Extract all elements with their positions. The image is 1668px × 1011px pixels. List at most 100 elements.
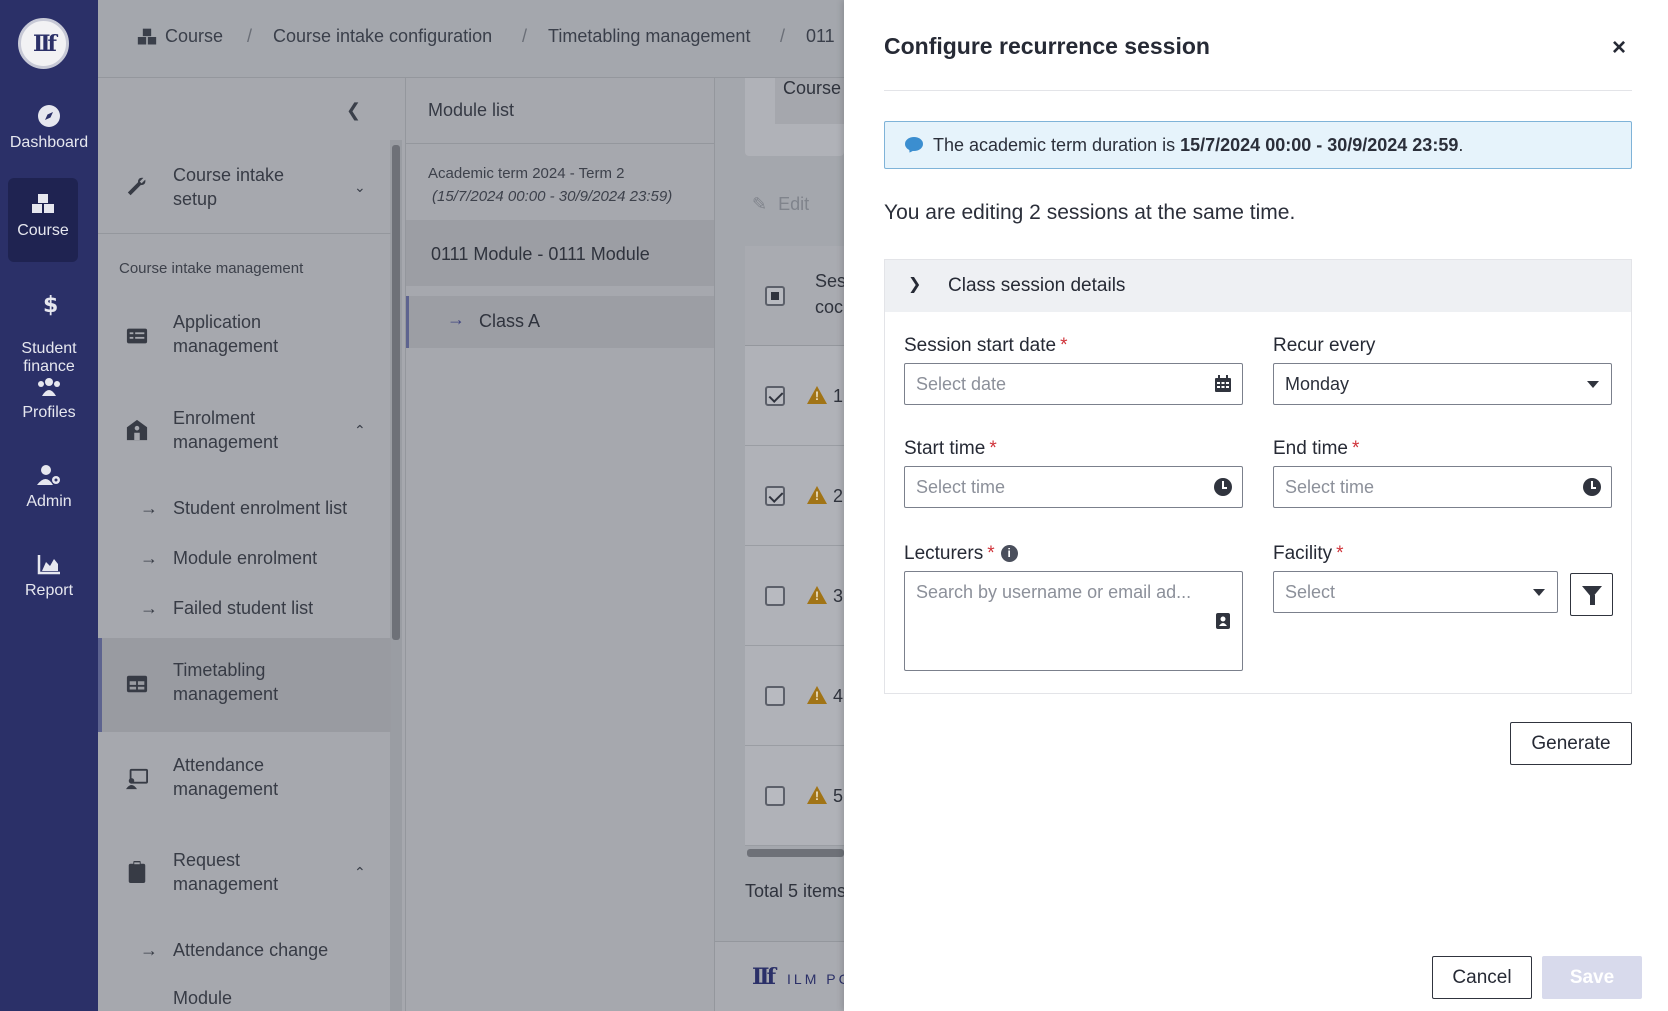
clock-icon <box>1214 478 1232 496</box>
rail-item-label: Student finance <box>21 340 77 375</box>
close-icon[interactable]: × <box>1612 34 1626 62</box>
rail-item-dashboard[interactable]: Dashboard <box>0 104 98 152</box>
rail-item-label: Admin <box>26 493 72 510</box>
facility-label: Facility * <box>1273 543 1344 564</box>
users-icon <box>38 378 60 396</box>
warning-icon <box>807 686 827 704</box>
chevron-up-icon: ⌃ <box>354 864 366 880</box>
address-book-icon <box>1216 613 1230 629</box>
caret-down-icon <box>1533 589 1545 596</box>
academic-term: Academic term 2024 - Term 2 <box>428 165 625 182</box>
row-checkbox[interactable] <box>765 786 785 806</box>
sidebar-item-timetabling-management[interactable]: Timetabling management <box>98 658 391 710</box>
app-logo[interactable]: IIf <box>18 18 69 69</box>
sidebar-subitem-label: Attendance change <box>173 940 329 960</box>
class-item[interactable]: → Class A <box>406 296 714 348</box>
table-row[interactable]: 5 <box>745 746 844 846</box>
rail-item-label: Report <box>24 582 74 599</box>
sidebar-item-label: Timetabling management <box>173 660 279 704</box>
total-items: Total 5 items <box>745 881 847 901</box>
rail-item-label: Course <box>17 222 69 239</box>
row-checkbox[interactable] <box>765 686 785 706</box>
breadcrumb-item[interactable]: Course intake configuration <box>273 26 492 47</box>
breadcrumb-item[interactable]: Course <box>165 26 223 47</box>
sidebar-item-request-management[interactable]: Request management ⌃ <box>98 848 391 900</box>
table-row[interactable]: 2 <box>745 446 844 546</box>
end-time-input[interactable]: Select time <box>1273 466 1612 508</box>
end-time-label: End time * <box>1273 438 1360 459</box>
sidebar-item-label: Course intake setup <box>173 165 285 209</box>
info-icon[interactable]: i <box>1000 545 1018 563</box>
table-horizontal-scrollbar[interactable] <box>747 849 844 857</box>
warning-icon <box>807 486 827 504</box>
start-time-label: Start time * <box>904 438 997 459</box>
sidebar-scrollbar[interactable] <box>392 145 400 640</box>
sidebar-item-label: Request management <box>173 850 279 894</box>
recur-every-select[interactable]: Monday <box>1273 363 1612 405</box>
session-start-date-input[interactable]: Select date <box>904 363 1243 405</box>
rail-item-course[interactable]: Course <box>8 178 78 262</box>
rail-item-student-finance[interactable]: $ Student finance <box>0 274 98 376</box>
row-checkbox[interactable] <box>765 586 785 606</box>
table-row[interactable]: 1 <box>745 346 844 446</box>
chevron-left-icon[interactable]: ❮ <box>346 100 361 121</box>
class-session-details-header[interactable]: ❯ Class session details <box>885 260 1631 312</box>
facility-filter-button[interactable] <box>1570 573 1613 616</box>
warning-icon <box>807 386 827 404</box>
breadcrumb-item[interactable]: 011 <box>806 26 835 47</box>
table-row[interactable]: 3 <box>745 546 844 646</box>
lecturers-input[interactable]: Search by username or email ad... <box>904 571 1243 671</box>
comment-icon <box>905 137 923 151</box>
sidebar-subitem-label: Student enrolment list <box>173 498 348 518</box>
drawer-title: Configure recurrence session <box>884 33 1210 59</box>
module-label: 0111 Module - 0111 Module <box>431 244 650 264</box>
breadcrumb-item[interactable]: Timetabling management <box>548 26 750 47</box>
warning-icon <box>807 786 827 804</box>
chevron-down-icon: ⌄ <box>354 179 366 195</box>
editing-notice: You are editing 2 sessions at the same t… <box>884 201 1296 224</box>
module-item[interactable]: 0111 Module - 0111 Module <box>406 220 714 286</box>
user-gear-icon <box>37 465 60 485</box>
arrow-right-icon: → <box>447 309 465 329</box>
cancel-button[interactable]: Cancel <box>1432 956 1532 999</box>
section-title: Class session details <box>948 275 1126 296</box>
sidebar-item-enrolment-management[interactable]: Enrolment management ⌃ <box>98 406 391 458</box>
calendar-icon <box>1215 375 1231 392</box>
generate-button[interactable]: Generate <box>1510 722 1632 765</box>
row-checkbox[interactable] <box>765 486 785 506</box>
edit-button[interactable]: ✎ Edit <box>752 194 809 215</box>
academic-term-info-banner: The academic term duration is 15/7/2024 … <box>884 121 1632 169</box>
rail-item-profiles[interactable]: Profiles <box>0 374 98 422</box>
arrow-right-icon: → <box>140 498 158 518</box>
chevron-up-icon: ⌃ <box>354 422 366 438</box>
row-code: 5 <box>833 786 844 806</box>
academic-term-dates: (15/7/2024 00:00 - 30/9/2024 23:59) <box>432 188 673 205</box>
sidebar-subitem-label: Module enrolment <box>173 548 318 568</box>
row-checkbox[interactable] <box>765 386 785 406</box>
footer-logo-text: ILM PC <box>787 971 852 987</box>
sidebar-subitem-label: Module <box>173 988 233 1008</box>
save-button[interactable]: Save <box>1542 956 1642 999</box>
breadcrumb-separator: / <box>522 26 528 46</box>
rail-item-admin[interactable]: Admin <box>0 463 98 511</box>
sidebar-section-label: Course intake management <box>119 260 304 277</box>
select-all-checkbox[interactable] <box>765 286 785 306</box>
start-time-input[interactable]: Select time <box>904 466 1243 508</box>
lecturers-label: Lecturers * i <box>904 543 1018 565</box>
school-icon <box>126 419 148 441</box>
table-row[interactable]: 4 <box>745 646 844 746</box>
rail-item-label: Profiles <box>22 404 76 421</box>
edit-label: Edit <box>778 194 810 214</box>
sidebar-item-attendance-management[interactable]: Attendance management <box>98 753 391 805</box>
recur-every-label: Recur every <box>1273 335 1376 356</box>
rail-item-report[interactable]: Report <box>0 552 98 600</box>
footer-logo: IIf ILM PC <box>752 964 852 990</box>
dollar-icon: $ <box>43 293 58 316</box>
sidebar-item-label: Enrolment management <box>173 408 279 452</box>
arrow-right-icon: → <box>140 548 158 568</box>
facility-select[interactable]: Select <box>1273 571 1558 613</box>
sidebar-item-course-intake-setup[interactable]: Course intake setup ⌄ <box>98 163 391 211</box>
table-icon <box>126 675 148 693</box>
sidebar-item-application-management[interactable]: Application management <box>98 310 391 362</box>
wrench-icon <box>127 177 146 196</box>
